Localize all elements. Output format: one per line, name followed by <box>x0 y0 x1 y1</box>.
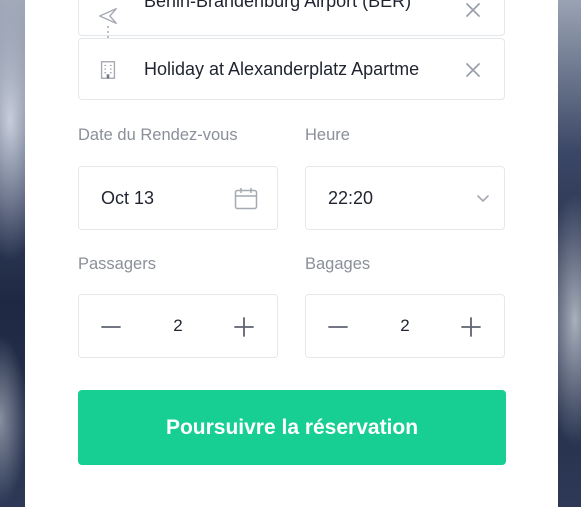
date-label: Date du Rendez-vous <box>78 126 238 144</box>
luggage-label: Bagages <box>305 255 371 273</box>
time-value: 22:20 <box>328 187 374 208</box>
passengers-label: Passagers <box>78 255 156 273</box>
continue-booking-button[interactable]: Poursuivre la réservation <box>78 390 506 465</box>
luggage-stepper: 2 <box>305 294 505 358</box>
origin-field[interactable]: Berlin-Brandenburg Airport (BER) <box>78 0 505 36</box>
time-select[interactable]: 22:20 <box>305 166 505 230</box>
time-label: Heure <box>305 126 350 144</box>
luggage-plus-button[interactable] <box>460 316 482 338</box>
clear-origin-icon[interactable] <box>464 1 482 19</box>
date-picker[interactable]: Oct 13 <box>78 166 278 230</box>
destination-field[interactable]: Holiday at Alexanderplatz Apartme <box>78 38 505 100</box>
clear-destination-icon[interactable] <box>464 61 482 79</box>
passengers-stepper: 2 <box>78 294 278 358</box>
calendar-icon[interactable] <box>233 186 259 212</box>
origin-value: Berlin-Brandenburg Airport (BER) <box>144 0 412 11</box>
chevron-down-icon <box>477 195 489 203</box>
date-value: Oct 13 <box>101 187 155 208</box>
building-icon <box>100 61 116 79</box>
passengers-plus-button[interactable] <box>233 316 255 338</box>
destination-value: Holiday at Alexanderplatz Apartme <box>144 58 420 79</box>
